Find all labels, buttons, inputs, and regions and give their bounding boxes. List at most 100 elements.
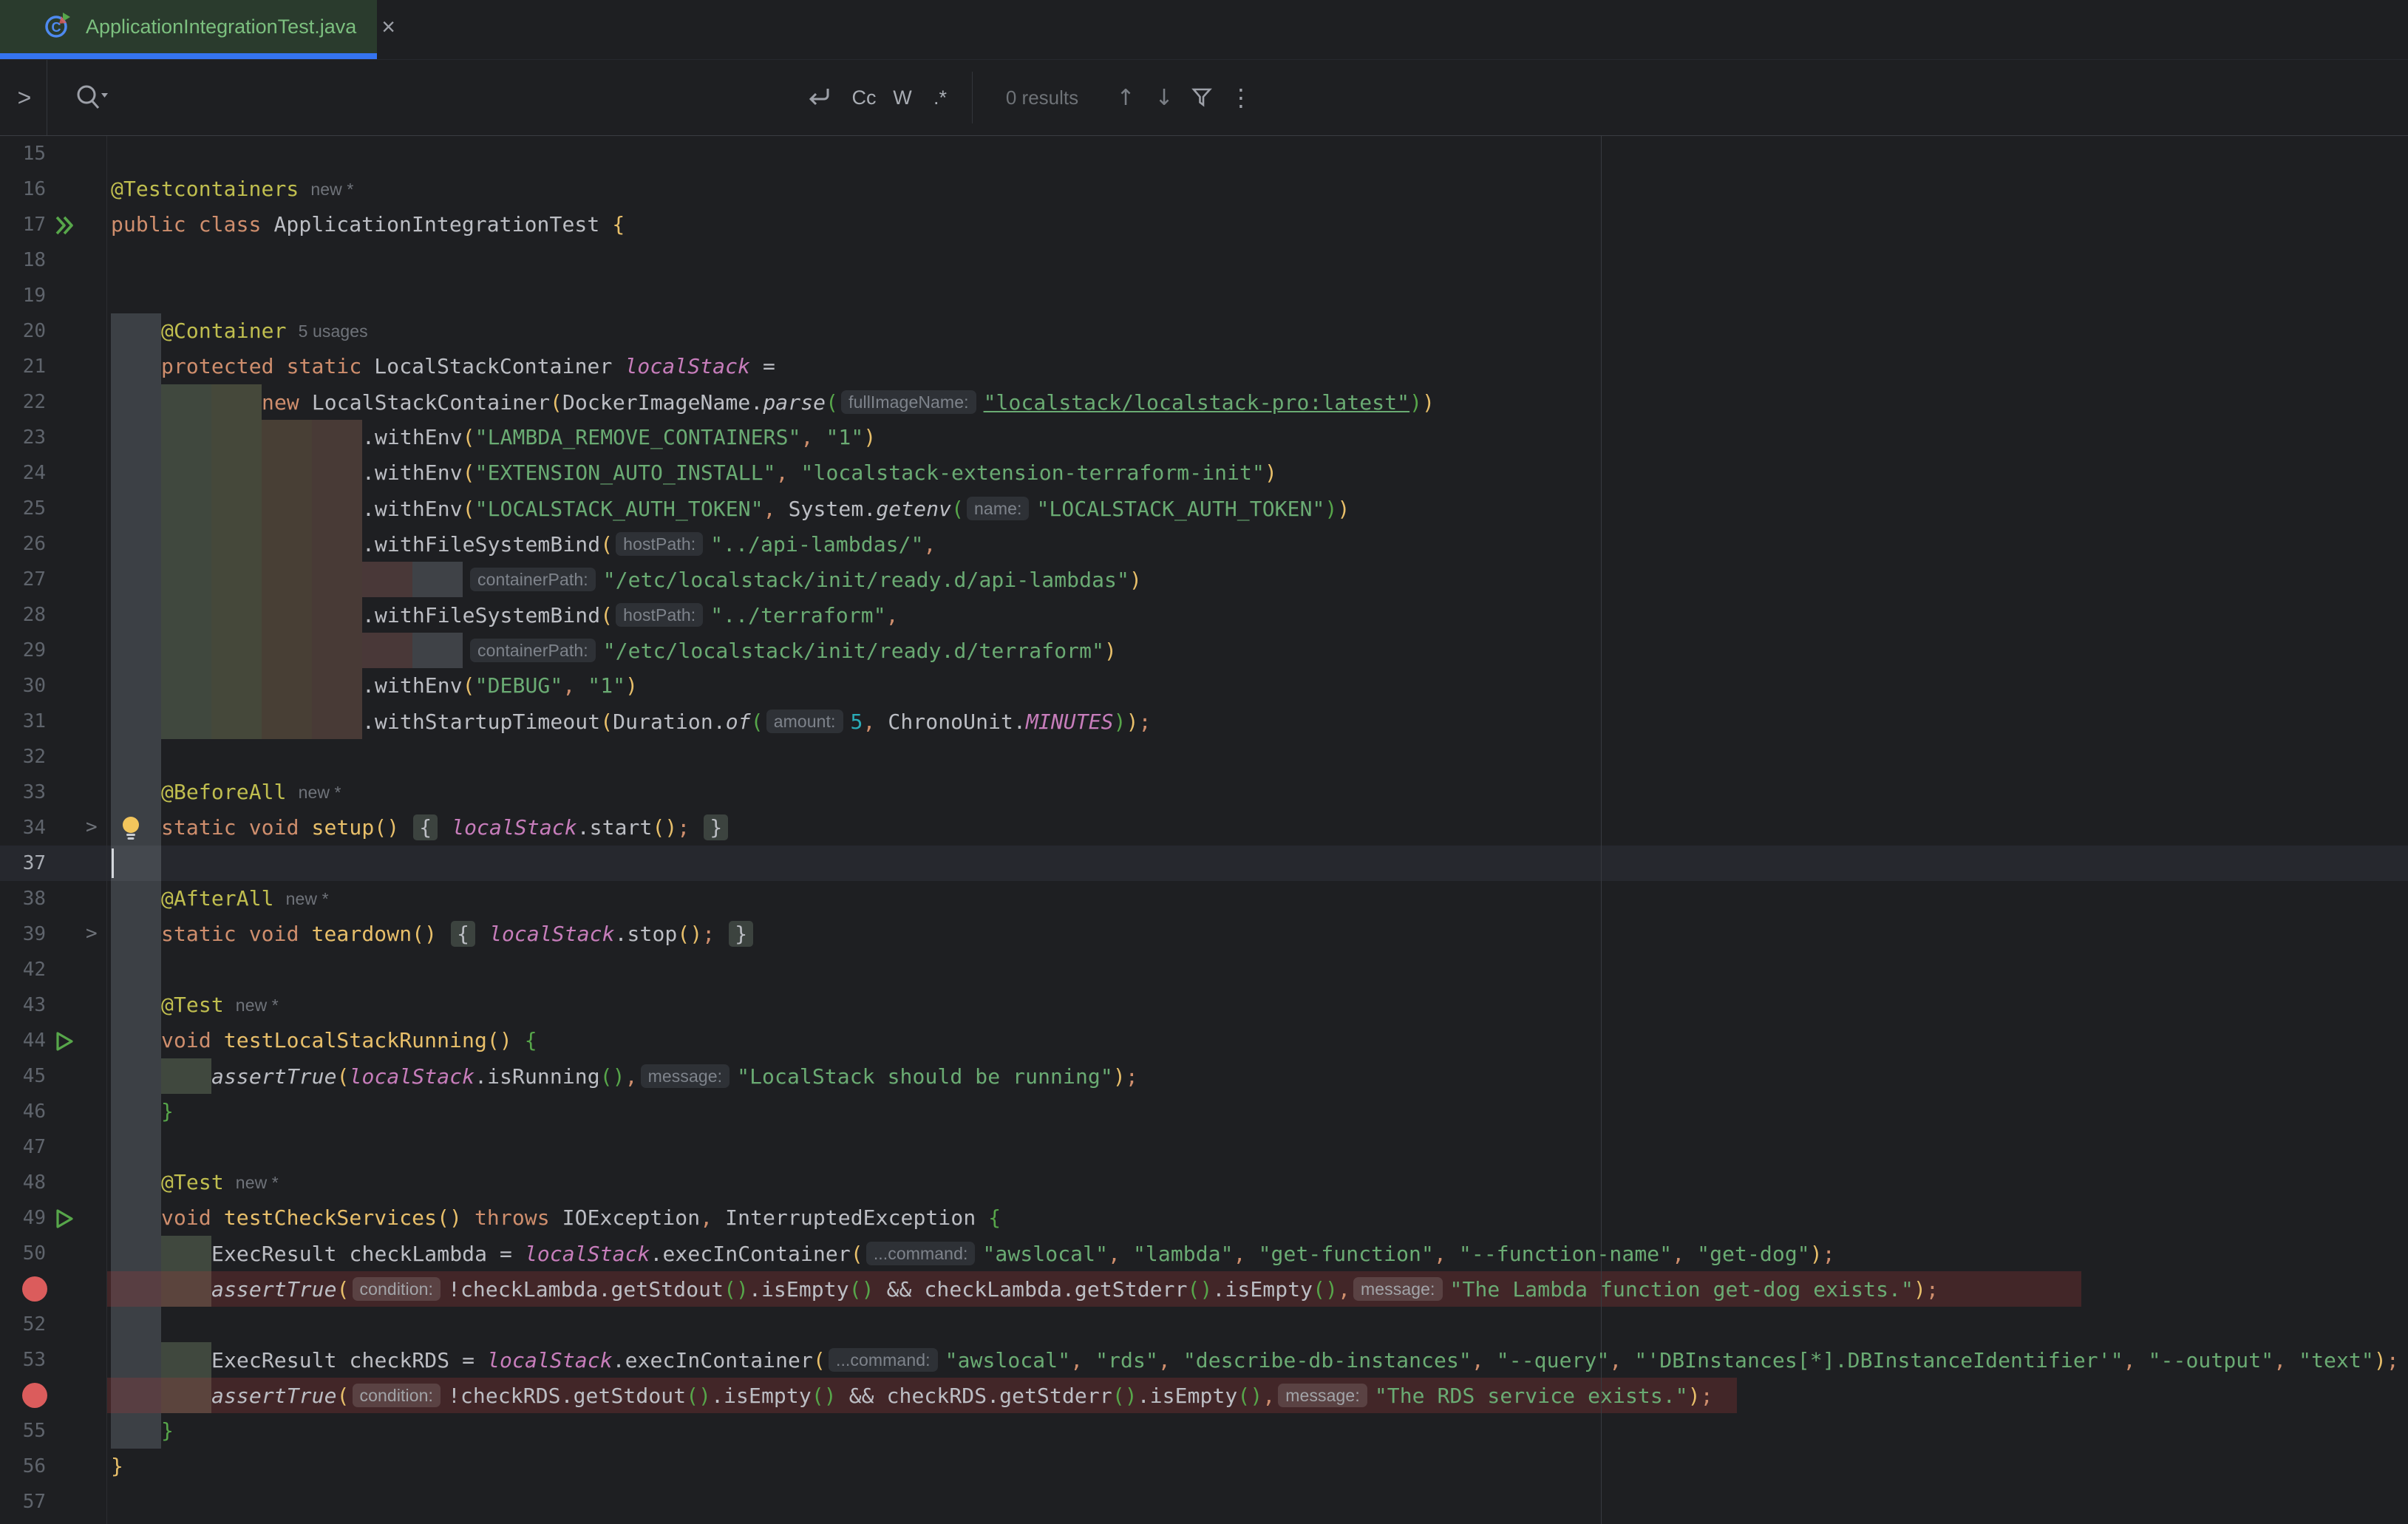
line-number[interactable]: 39 [0, 916, 46, 952]
editor-row[interactable]: 44 void testLocalStackRunning() { [0, 1023, 2408, 1058]
editor-row[interactable]: 22 new LocalStackContainer(DockerImageNam… [0, 384, 2408, 420]
code-line[interactable]: .withStartupTimeout(Duration.of(amount:5… [362, 704, 1152, 739]
editor-row[interactable]: 28.withFileSystemBind(hostPath:"../terra… [0, 597, 2408, 633]
line-number[interactable]: 30 [0, 668, 46, 704]
editor-row[interactable]: 57 [0, 1484, 2408, 1520]
editor-row[interactable]: 26 .withFileSystemBind(hostPath:"../api-l… [0, 526, 2408, 562]
line-number[interactable]: 50 [0, 1236, 46, 1271]
line-number[interactable]: 15 [0, 136, 46, 171]
editor-row[interactable]: 23 .withEnv("LAMBDA_REMOVE_CONTAINERS", "… [0, 420, 2408, 455]
filter-icon[interactable] [1186, 60, 1220, 135]
line-number[interactable]: 17 [0, 207, 46, 242]
code-line[interactable]: .withEnv("DEBUG", "1") [362, 668, 638, 704]
code-line[interactable]: } [111, 1449, 123, 1484]
code-line[interactable]: @Testnew * [161, 987, 279, 1023]
code-line[interactable]: @Testnew * [161, 1165, 279, 1200]
regex-toggle[interactable]: .* [921, 60, 959, 135]
line-number[interactable]: 32 [0, 739, 46, 775]
line-number[interactable]: 27 [0, 562, 46, 597]
code-line[interactable]: containerPath:"/etc/localstack/init/read… [467, 562, 1142, 597]
line-number[interactable]: 21 [0, 349, 46, 384]
line-number[interactable]: 23 [0, 420, 46, 455]
line-number[interactable]: 24 [0, 455, 46, 491]
code-editor[interactable]: 1516@Testcontainersnew *17public class A… [0, 136, 2408, 1524]
code-line[interactable]: .withEnv("LAMBDA_REMOVE_CONTAINERS", "1"… [362, 420, 876, 455]
editor-row[interactable]: 31 .withStartupTimeout(Duration.of(amount… [0, 704, 2408, 739]
line-number[interactable]: 56 [0, 1449, 46, 1484]
line-number[interactable]: 29 [0, 633, 46, 668]
next-occurrence-icon[interactable]: ↓ [1147, 60, 1181, 135]
code-line[interactable]: .withEnv("LOCALSTACK_AUTH_TOKEN", System… [362, 491, 1350, 526]
editor-row[interactable]: 56} [0, 1449, 2408, 1484]
line-number[interactable]: 52 [0, 1307, 46, 1342]
search-icon[interactable] [65, 60, 117, 135]
code-line[interactable]: } [161, 1413, 174, 1449]
editor-row[interactable]: 52 [0, 1307, 2408, 1342]
editor-row[interactable]: assertTrue(condition:!checkLambda.getStd… [0, 1271, 2408, 1307]
line-number[interactable]: 33 [0, 775, 46, 810]
line-number[interactable]: 19 [0, 278, 46, 313]
editor-row[interactable]: 38 @AfterAllnew * [0, 881, 2408, 916]
code-line[interactable]: .withEnv("EXTENSION_AUTO_INSTALL", "loca… [362, 455, 1277, 491]
editor-row[interactable]: 46} [0, 1094, 2408, 1129]
editor-row[interactable]: 33 @BeforeAllnew * [0, 775, 2408, 810]
code-line[interactable]: static void setup() { localStack.start()… [161, 810, 729, 846]
code-line[interactable]: static void teardown() { localStack.stop… [161, 916, 755, 952]
chevron-right-icon[interactable]: > [7, 60, 41, 135]
fold-chevron-icon[interactable]: > [86, 916, 98, 952]
line-number[interactable]: 26 [0, 526, 46, 562]
run-test-icon[interactable] [53, 1208, 75, 1234]
line-number[interactable]: 46 [0, 1094, 46, 1129]
line-number[interactable]: 16 [0, 171, 46, 207]
code-line[interactable]: containerPath:"/etc/localstack/init/read… [467, 633, 1117, 668]
line-number[interactable]: 45 [0, 1058, 46, 1094]
editor-row[interactable]: 29 containerPath:"/etc/localstack/init/re… [0, 633, 2408, 668]
search-input[interactable] [118, 60, 783, 135]
line-number[interactable]: 42 [0, 952, 46, 987]
code-line[interactable]: assertTrue(condition:!checkRDS.getStdout… [211, 1378, 1713, 1413]
code-line[interactable]: void testCheckServices() throws IOExcept… [161, 1200, 1001, 1236]
editor-row[interactable]: 55} [0, 1413, 2408, 1449]
editor-row[interactable]: 16@Testcontainersnew * [0, 171, 2408, 207]
code-line[interactable]: @BeforeAllnew * [161, 775, 341, 810]
code-line[interactable]: assertTrue(localStack.isRunning(),messag… [211, 1058, 1138, 1094]
breakpoint-icon[interactable] [22, 1383, 47, 1408]
code-line[interactable]: void testLocalStackRunning() { [161, 1023, 537, 1058]
code-line[interactable]: protected static LocalStackContainer loc… [161, 349, 775, 384]
line-number[interactable]: 48 [0, 1165, 46, 1200]
code-line[interactable]: .withFileSystemBind(hostPath:"../terrafo… [362, 597, 899, 633]
line-number[interactable]: 22 [0, 384, 46, 420]
intention-bulb-icon[interactable] [120, 815, 142, 844]
editor-row[interactable]: 42 [0, 952, 2408, 987]
code-line[interactable]: @AfterAllnew * [161, 881, 329, 916]
editor-row[interactable]: 50 ExecResult checkLambda = localStack.ex… [0, 1236, 2408, 1271]
editor-row[interactable]: 15 [0, 136, 2408, 171]
editor-row[interactable]: 34>static void setup() { localStack.star… [0, 810, 2408, 846]
code-line[interactable]: ExecResult checkRDS = localStack.execInC… [211, 1342, 2399, 1378]
line-number[interactable]: 44 [0, 1023, 46, 1058]
code-line[interactable]: .withFileSystemBind(hostPath:"../api-lam… [362, 526, 936, 562]
code-line[interactable]: new LocalStackContainer(DockerImageName.… [262, 384, 1435, 420]
line-number[interactable]: 37 [0, 846, 46, 881]
line-number[interactable]: 55 [0, 1413, 46, 1449]
code-line[interactable]: assertTrue(condition:!checkLambda.getStd… [211, 1271, 1939, 1307]
code-line[interactable]: } [161, 1094, 174, 1129]
line-number[interactable]: 49 [0, 1200, 46, 1236]
fold-chevron-icon[interactable]: > [86, 810, 98, 846]
editor-row[interactable]: 24 .withEnv("EXTENSION_AUTO_INSTALL", "lo… [0, 455, 2408, 491]
editor-row[interactable]: 30 .withEnv("DEBUG", "1") [0, 668, 2408, 704]
editor-row[interactable]: 20@Container5 usages [0, 313, 2408, 349]
code-line[interactable]: ExecResult checkLambda = localStack.exec… [211, 1236, 1835, 1271]
words-toggle[interactable]: W [884, 60, 921, 135]
line-number[interactable]: 38 [0, 881, 46, 916]
tab-application-integration-test[interactable]: C ApplicationIntegrationTest.java × [0, 0, 377, 53]
editor-row[interactable]: 27 containerPath:"/etc/localstack/init/re… [0, 562, 2408, 597]
line-number[interactable]: 31 [0, 704, 46, 739]
editor-row[interactable]: assertTrue(condition:!checkRDS.getStdout… [0, 1378, 2408, 1413]
run-test-icon[interactable] [53, 1030, 75, 1056]
previous-occurrence-icon[interactable]: ↑ [1109, 60, 1143, 135]
line-number[interactable]: 25 [0, 491, 46, 526]
more-options-icon[interactable]: ⋮ [1224, 60, 1258, 135]
editor-row[interactable]: 45 assertTrue(localStack.isRunning(),mess… [0, 1058, 2408, 1094]
editor-row[interactable]: 25 .withEnv("LOCALSTACK_AUTH_TOKEN", Syst… [0, 491, 2408, 526]
